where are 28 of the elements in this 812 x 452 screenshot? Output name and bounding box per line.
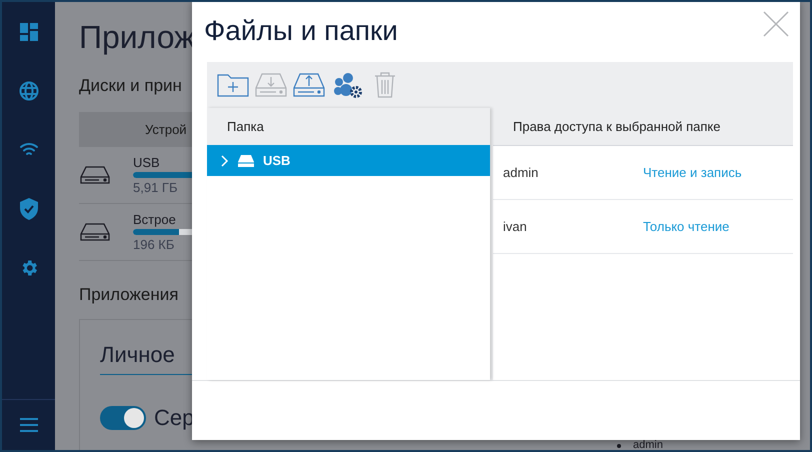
folder-row[interactable]: USB — [207, 145, 490, 176]
chevron-icon[interactable] — [221, 154, 229, 166]
page-title: Прилож — [79, 18, 197, 56]
access-link[interactable]: Только чтение — [643, 219, 730, 234]
globe-icon — [18, 80, 38, 100]
user-name: ivan — [503, 219, 528, 234]
drive-icon — [79, 165, 111, 185]
disk-name: Встрое — [133, 212, 177, 227]
user-name: admin — [503, 165, 540, 180]
wifi-icon — [18, 142, 38, 158]
list-item: admin — [633, 440, 663, 450]
shield-icon — [20, 198, 38, 220]
column-header: Папка — [226, 118, 265, 136]
users-settings-button[interactable] — [331, 70, 363, 100]
bullet-icon — [617, 444, 621, 448]
close-button[interactable] — [762, 10, 790, 38]
drive-icon — [237, 154, 255, 168]
disk-size: 5,91 ГБ — [133, 180, 178, 195]
section-heading: Диски и прин — [79, 76, 183, 96]
dialog-title: Файлы и папки — [204, 15, 398, 47]
toggle-switch[interactable] — [100, 406, 146, 430]
disk-size: 196 КБ — [133, 237, 176, 252]
dashboard-icon — [20, 22, 38, 40]
menu-icon[interactable] — [20, 418, 38, 432]
section-heading: Приложения — [79, 285, 180, 305]
disk-name: USB — [133, 155, 161, 170]
access-link[interactable]: Чтение и запись — [643, 165, 742, 180]
drive-icon — [79, 222, 111, 242]
